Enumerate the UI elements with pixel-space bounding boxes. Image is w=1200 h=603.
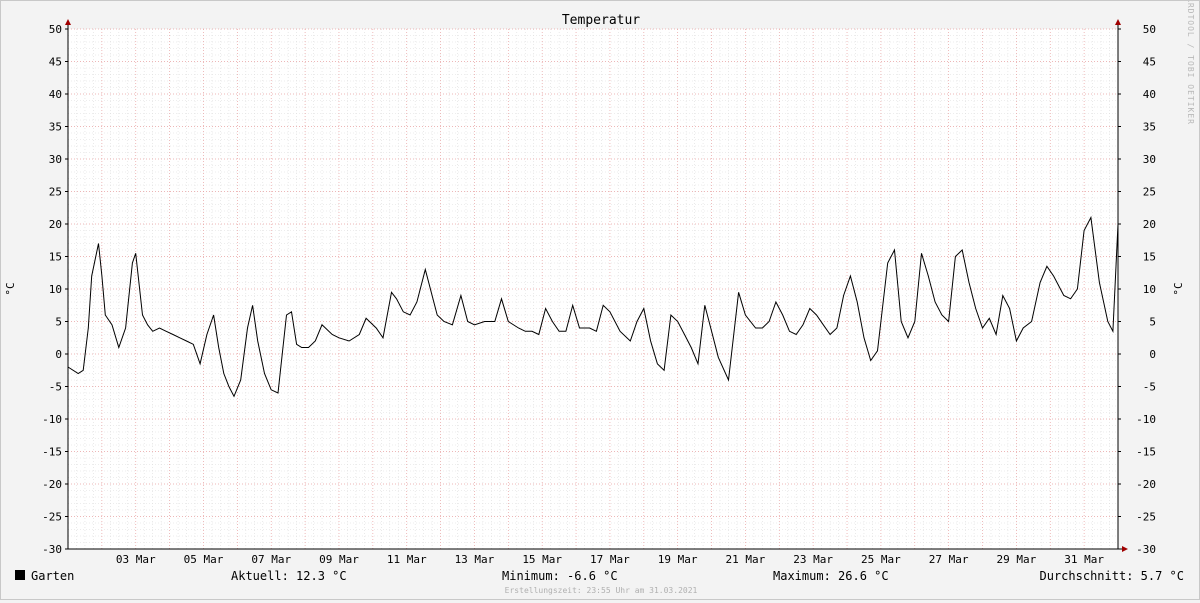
legend-swatch [15,570,25,580]
y-tick-label: 30 [49,153,62,166]
legend-series-name: Garten [31,569,74,583]
y-tick-label: -5 [1143,381,1156,394]
y-axis-arrow-right [1115,19,1121,25]
y-tick-label: 25 [49,186,62,199]
y-axis-label-left: °C [4,282,17,295]
y-tick-label: 15 [49,251,62,264]
y-tick-label: -20 [42,478,62,491]
y-tick-label: 20 [49,218,62,231]
x-tick-label: 13 Mar [455,553,495,566]
creation-timestamp: Erstellungszeit: 23:55 Uhr am 31.03.2021 [505,586,698,595]
y-tick-label: 5 [55,316,62,329]
legend-maximum: Maximum: 26.6 °C [773,569,889,583]
legend-aktuell: Aktuell: 12.3 °C [231,569,347,583]
y-tick-label: -15 [42,446,62,459]
y-tick-label: -10 [42,413,62,426]
y-tick-label: 35 [49,121,62,134]
y-tick-label: -30 [1136,543,1156,556]
y-tick-label: -15 [1136,446,1156,459]
y-tick-label: 50 [49,23,62,36]
y-tick-labels-left: 50454035302520151050-5-10-15-20-25-30 [42,23,62,556]
y-tick-label: 15 [1143,251,1156,264]
y-tick-label: -10 [1136,413,1156,426]
y-tick-labels-right: 50454035302520151050-5-10-15-20-25-30 [1136,23,1156,556]
x-tick-label: 31 Mar [1064,553,1104,566]
x-tick-label: 29 Mar [997,553,1037,566]
y-tick-label: 45 [1143,56,1156,69]
x-tick-label: 21 Mar [726,553,766,566]
chart-title: Temperatur [562,13,640,28]
y-tick-label: -30 [42,543,62,556]
y-tick-label: 0 [55,348,62,361]
y-tick-label: 40 [49,88,62,101]
y-tick-label: 5 [1149,316,1156,329]
x-tick-label: 03 Mar [116,553,156,566]
y-axis-arrow-left [65,19,71,25]
y-tick-label: -25 [42,511,62,524]
x-tick-label: 15 Mar [522,553,562,566]
watermark: RRDTOOL / TOBI OETIKER [1186,1,1195,125]
y-tick-label: 20 [1143,218,1156,231]
y-tick-label: 30 [1143,153,1156,166]
y-tick-label: 25 [1143,186,1156,199]
legend-minimum: Minimum: -6.6 °C [502,569,618,583]
x-axis-arrow [1122,546,1128,552]
y-tick-label: -5 [49,381,62,394]
y-tick-label: 45 [49,56,62,69]
temperature-chart: 50454035302520151050-5-10-15-20-25-30 50… [4,0,1195,595]
y-axis-label-right: °C [1172,282,1185,295]
y-tick-label: -25 [1136,511,1156,524]
x-tick-label: 07 Mar [251,553,291,566]
y-tick-label: -20 [1136,478,1156,491]
x-tick-label: 27 Mar [929,553,969,566]
x-tick-label: 05 Mar [184,553,224,566]
y-tick-label: 0 [1149,348,1156,361]
x-tick-label: 19 Mar [658,553,698,566]
x-tick-label: 25 Mar [861,553,901,566]
x-tick-labels: 03 Mar 05 Mar 07 Mar 09 Mar 11 Mar 13 Mar 15 M… [116,553,1104,566]
y-tick-label: 10 [49,283,62,296]
x-tick-label: 17 Mar [590,553,630,566]
y-tick-label: 40 [1143,88,1156,101]
y-tick-label: 35 [1143,121,1156,134]
x-tick-label: 09 Mar [319,553,359,566]
chart-frame: 50 45 40 35 30 25 20 15 10 5 0 -5 -10 -15 -20 -25 -30 50… [0,0,1200,600]
x-tick-label: 23 Mar [793,553,833,566]
legend-durchschnitt: Durchschnitt: 5.7 °C [1040,569,1185,583]
y-tick-label: 50 [1143,23,1156,36]
y-tick-label: 10 [1143,283,1156,296]
x-tick-label: 11 Mar [387,553,427,566]
